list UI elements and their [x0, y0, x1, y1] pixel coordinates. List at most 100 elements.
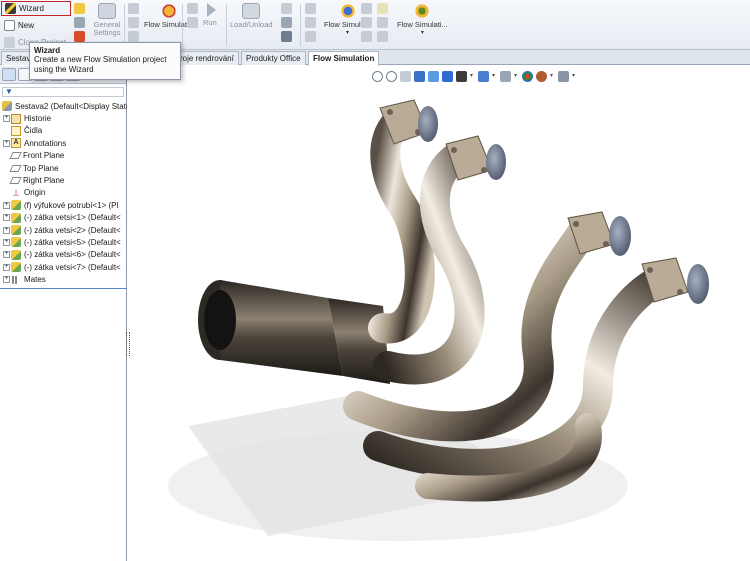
tree-item[interactable]: + (-) zátka vetsi<6> (Default< [0, 249, 127, 261]
results-icon[interactable] [281, 3, 292, 14]
plane-icon [9, 152, 22, 160]
cut-plot-icon[interactable] [305, 3, 316, 14]
project-icon[interactable] [74, 3, 85, 14]
settings-icon [98, 3, 116, 19]
play-icon [207, 3, 217, 17]
flow-simulation-icon [160, 3, 179, 19]
load-unload-button[interactable]: Load/Unload [230, 3, 273, 29]
flow-simulation-tools-button[interactable]: Flow Simulati... ▾ [397, 3, 448, 37]
tree-item[interactable]: + (-) zátka vetsi<1> (Default< [0, 212, 127, 224]
expand-toggle-icon[interactable]: + [3, 201, 10, 209]
ribbon-separator [226, 4, 227, 46]
light-bulb-icon[interactable] [377, 3, 388, 14]
wand-icon [5, 3, 16, 14]
goals-icon[interactable] [128, 31, 139, 42]
boundary-icon[interactable] [128, 17, 139, 28]
expand-toggle-icon[interactable]: + [3, 251, 10, 259]
tab-flow-simulation[interactable]: Flow Simulation [308, 51, 380, 66]
expand-toggle-icon[interactable]: + [3, 214, 10, 222]
tree-item[interactable]: + (f) výfukové potrubí<1> (Pl [0, 199, 127, 211]
origin-icon: ⟂ [12, 187, 19, 198]
chart-icon[interactable] [361, 3, 372, 14]
tree-item-label: Annotations [24, 138, 67, 148]
expand-toggle-icon[interactable]: + [3, 263, 10, 271]
expand-toggle-icon[interactable]: + [3, 226, 10, 234]
history-folder-icon [11, 113, 21, 124]
wizard-button[interactable]: Wizard [1, 1, 71, 16]
part-icon [11, 237, 21, 248]
table-icon[interactable] [74, 31, 85, 42]
plane-icon [9, 177, 22, 185]
report-icon[interactable] [281, 31, 292, 42]
tree-item[interactable]: + Historie [0, 112, 127, 124]
tooltip-title: Wizard [34, 46, 61, 55]
general-settings-label: General Settings [93, 20, 121, 37]
ribbon-separator [182, 4, 183, 46]
graphics-area[interactable] [128, 66, 750, 561]
expand-toggle-icon[interactable]: + [3, 115, 10, 123]
wizard-tooltip: Wizard Create a new Flow Simulation proj… [29, 42, 181, 80]
new-file-icon [4, 20, 15, 31]
flange-4[interactable] [641, 257, 709, 304]
dropdown-arrow-icon[interactable]: ▾ [346, 29, 349, 37]
dropdown-arrow-icon[interactable]: ▾ [421, 29, 424, 37]
tree-item-label: Sestava2 (Default<Display State [15, 101, 127, 111]
isosurface-icon[interactable] [305, 31, 316, 42]
expand-toggle-icon[interactable]: + [3, 238, 10, 246]
tree-item[interactable]: + (-) zátka vetsi<2> (Default< [0, 224, 127, 236]
folder-icon[interactable] [74, 17, 85, 28]
save-icon[interactable] [281, 17, 292, 28]
ribbon-icon-column-2 [128, 3, 139, 42]
feature-manager-tab-icon[interactable] [2, 68, 16, 81]
tree-item-label: (-) zátka vetsi<1> (Default< [24, 213, 121, 223]
expand-toggle-icon[interactable]: + [3, 139, 10, 147]
part-icon [11, 262, 21, 273]
copy-icon[interactable] [187, 3, 198, 14]
tab-office-products[interactable]: Produkty Office [241, 51, 306, 65]
part-icon [11, 200, 21, 211]
tree-item[interactable]: + (-) zátka vetsi<7> (Default< [0, 261, 127, 273]
tree-item[interactable]: + (-) zátka vetsi<5> (Default< [0, 236, 127, 248]
general-settings-button[interactable]: General Settings [91, 3, 123, 37]
tree-item[interactable]: Sestava2 (Default<Display State [0, 100, 127, 112]
part-icon [11, 249, 21, 260]
tree-item[interactable]: + ∥∥ Mates [0, 273, 127, 285]
wizard-label: Wizard [19, 4, 44, 13]
feature-manager-panel: ▼ Sestava2 (Default<Display State + Histor… [0, 66, 127, 561]
ribbon-separator [300, 4, 301, 46]
tree-item[interactable]: Čidla [0, 125, 127, 137]
mesh-icon[interactable] [187, 17, 198, 28]
ribbon-icon-column-4 [281, 3, 292, 42]
tab-rendering-tools[interactable]: roje rendrování [176, 51, 239, 65]
exhaust-manifold-model[interactable] [128, 66, 750, 561]
run-button[interactable]: Run [203, 3, 217, 27]
tree-item[interactable]: + A Annotations [0, 137, 127, 149]
flow-results-icon [338, 3, 357, 19]
tree-item-label: Front Plane [23, 151, 65, 161]
tree-item-label: (-) zátka vetsi<5> (Default< [24, 237, 121, 247]
component-control-icon[interactable] [128, 3, 139, 14]
run-label: Run [203, 18, 217, 27]
tree-filter[interactable]: ▼ [2, 87, 124, 97]
new-label: New [18, 21, 35, 30]
tree-item-label: Mates [24, 275, 46, 285]
surface-plot-icon[interactable] [305, 17, 316, 28]
tree-item-label: (-) zátka vetsi<6> (Default< [24, 250, 121, 260]
flow-trajectories-icon[interactable] [361, 31, 372, 42]
tree-item[interactable]: Front Plane [0, 150, 127, 162]
goal-plot-icon[interactable] [377, 17, 388, 28]
part-icon [11, 212, 21, 223]
ribbon-icon-column-1 [74, 3, 85, 42]
tree-item[interactable]: ⟂ Origin [0, 187, 127, 199]
expand-toggle-icon[interactable]: + [3, 276, 10, 284]
probe-icon[interactable] [361, 17, 372, 28]
mates-icon: ∥∥ [11, 274, 18, 284]
feature-tree: Sestava2 (Default<Display State + Historie… [0, 100, 127, 289]
tree-item-label: Historie [24, 114, 52, 124]
new-project-button[interactable]: New [1, 18, 39, 33]
ribbon-separator [124, 4, 125, 46]
export-icon[interactable] [377, 31, 388, 42]
tree-item[interactable]: Top Plane [0, 162, 127, 174]
tree-item[interactable]: Right Plane [0, 174, 127, 186]
tree-item-label: (-) zátka vetsi<7> (Default< [24, 262, 121, 272]
